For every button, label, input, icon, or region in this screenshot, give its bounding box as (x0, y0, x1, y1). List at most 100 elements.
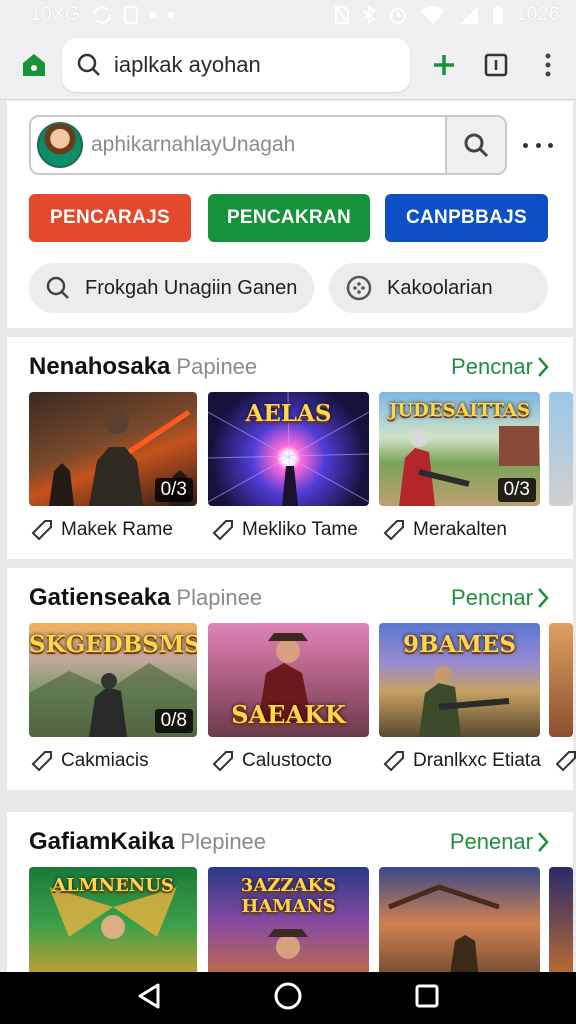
network-label: 10XG (30, 4, 81, 25)
bluetooth-icon (362, 5, 376, 25)
tag-icon (212, 751, 233, 772)
status-bar: 10XG 1026 (0, 0, 576, 30)
chip-label: Kakoolarian (387, 276, 493, 299)
game-thumbnail[interactable]: AELAS (208, 392, 369, 506)
game-thumbnail[interactable]: SKGEDBSMS 0/8 (29, 623, 197, 737)
address-bar[interactable]: iaplkak ayohan (62, 37, 410, 92)
section-see-more-link[interactable]: Pencnar (451, 585, 549, 611)
game-thumbnail[interactable]: 3AZZAKS HAMANS (208, 867, 369, 981)
game-caption[interactable]: Dranlkxc Etiata (383, 750, 541, 772)
section-see-more-link[interactable]: Pencnar (451, 354, 549, 380)
game-caption-partial[interactable] (555, 750, 576, 772)
alarm-icon (388, 5, 408, 25)
search-button[interactable] (445, 117, 505, 173)
tag-icon (212, 520, 233, 541)
no-sim-icon (333, 5, 350, 25)
section-subtitle: Papinee (176, 354, 258, 379)
compass-icon (346, 275, 372, 301)
back-icon (138, 983, 160, 1008)
thumbnail-title: JUDESAITTAS (388, 400, 531, 421)
home-button[interactable] (18, 49, 50, 81)
thumbnail-title: AELAS (245, 400, 332, 427)
game-thumbnail[interactable] (379, 867, 540, 981)
kebab-menu-icon (545, 53, 551, 76)
search-icon (46, 276, 69, 299)
soldier-artwork (388, 884, 500, 981)
dot-icon (167, 11, 175, 19)
game-thumbnail[interactable]: 9BAMES (379, 623, 540, 737)
game-section-1: Nenahosaka Papinee Pencnar 0/3 AELAS JUDE… (7, 337, 573, 559)
game-thumbnail[interactable]: ALMNENUS (29, 867, 197, 981)
progress-badge: 0/3 (497, 478, 536, 502)
search-icon (77, 53, 100, 76)
battery-icon (492, 5, 504, 25)
recents-button[interactable] (414, 983, 440, 1014)
back-button[interactable] (136, 982, 162, 1015)
thumbnail-title: SAEAKK (231, 700, 346, 729)
avatar[interactable] (37, 122, 83, 168)
game-caption[interactable]: Calustocto (212, 750, 332, 772)
section-title: Nenahosaka Papinee (29, 353, 258, 380)
thumbnail-title: SKGEDBSMS (29, 631, 197, 658)
section-title: GafiamKaika Plepinee (29, 828, 267, 855)
chevron-right-icon (538, 357, 549, 377)
search-bar: aphikarnahlayUnagah (29, 115, 507, 175)
tag-icon (31, 520, 52, 541)
add-tab-button[interactable] (426, 47, 462, 83)
search-icon (464, 133, 489, 158)
thumbnail-title: 9BAMES (403, 631, 516, 658)
wifi-icon (420, 5, 446, 25)
tag-icon (31, 751, 52, 772)
game-caption[interactable]: Mekliko Tame (212, 519, 358, 541)
game-section-3: GafiamKaika Plepinee Penenar ALMNENUS 3AZ… (7, 812, 573, 981)
progress-badge: 0/8 (154, 709, 193, 733)
browser-menu-button[interactable] (530, 47, 566, 83)
category-button-2[interactable]: PENCAKRAN (208, 194, 370, 242)
chevron-right-icon (538, 588, 549, 608)
tabs-icon (484, 53, 508, 76)
chip-explore[interactable]: Kakoolarian (329, 263, 548, 313)
url-text: iaplkak ayohan (114, 51, 261, 77)
game-thumbnail[interactable]: 0/3 (29, 392, 197, 506)
sync-icon (91, 6, 113, 24)
game-caption[interactable]: Cakmiacis (31, 750, 149, 772)
tag-icon (383, 520, 404, 541)
game-section-2: Gatienseaka Plapinee Pencnar SKGEDBSMS 0/… (7, 568, 576, 790)
more-options-button[interactable] (523, 135, 553, 155)
recents-icon (415, 984, 439, 1007)
game-thumbnail[interactable]: SAEAKK (208, 623, 369, 737)
section-subtitle: Plepinee (180, 829, 267, 854)
chevron-right-icon (538, 832, 549, 852)
search-input[interactable]: aphikarnahlayUnagah (91, 117, 445, 173)
section-subtitle: Plapinee (176, 585, 263, 610)
game-thumbnail-partial[interactable] (549, 867, 573, 981)
dot-icon (149, 11, 157, 19)
chip-search[interactable]: Frokgah Unagiin Ganen (29, 263, 314, 313)
plus-icon (434, 54, 454, 75)
browser-toolbar: iaplkak ayohan (0, 30, 576, 100)
tag-icon (383, 751, 404, 772)
category-button-1[interactable]: PENCARAJS (29, 194, 191, 242)
category-button-3[interactable]: CANPBBAJS (385, 194, 548, 242)
thumbnail-title: 3AZZAKS HAMANS (240, 875, 337, 917)
clock: 1026 (515, 4, 560, 25)
home-icon (23, 53, 45, 76)
section-title: Gatienseaka Plapinee (29, 584, 263, 611)
game-thumbnail-partial[interactable] (549, 392, 573, 506)
home-circle-icon (274, 982, 302, 1009)
game-caption[interactable]: Makek Rame (31, 519, 173, 541)
clipboard-icon (123, 5, 139, 25)
game-thumbnail-partial[interactable] (549, 623, 573, 737)
signal-icon (458, 5, 480, 25)
progress-badge: 0/3 (154, 478, 193, 502)
game-thumbnail[interactable]: JUDESAITTAS 0/3 (379, 392, 540, 506)
thumbnail-title: ALMNENUS (52, 875, 174, 896)
chip-label: Frokgah Unagiin Ganen (85, 276, 298, 299)
system-navigation-bar (0, 972, 576, 1024)
game-caption[interactable]: Merakalten (383, 519, 507, 541)
tabs-button[interactable] (478, 47, 514, 83)
home-nav-button[interactable] (273, 981, 303, 1016)
search-card: aphikarnahlayUnagah PENCARAJS PENCAKRAN … (7, 101, 573, 328)
section-see-more-link[interactable]: Penenar (450, 829, 549, 855)
tag-icon (555, 751, 576, 772)
